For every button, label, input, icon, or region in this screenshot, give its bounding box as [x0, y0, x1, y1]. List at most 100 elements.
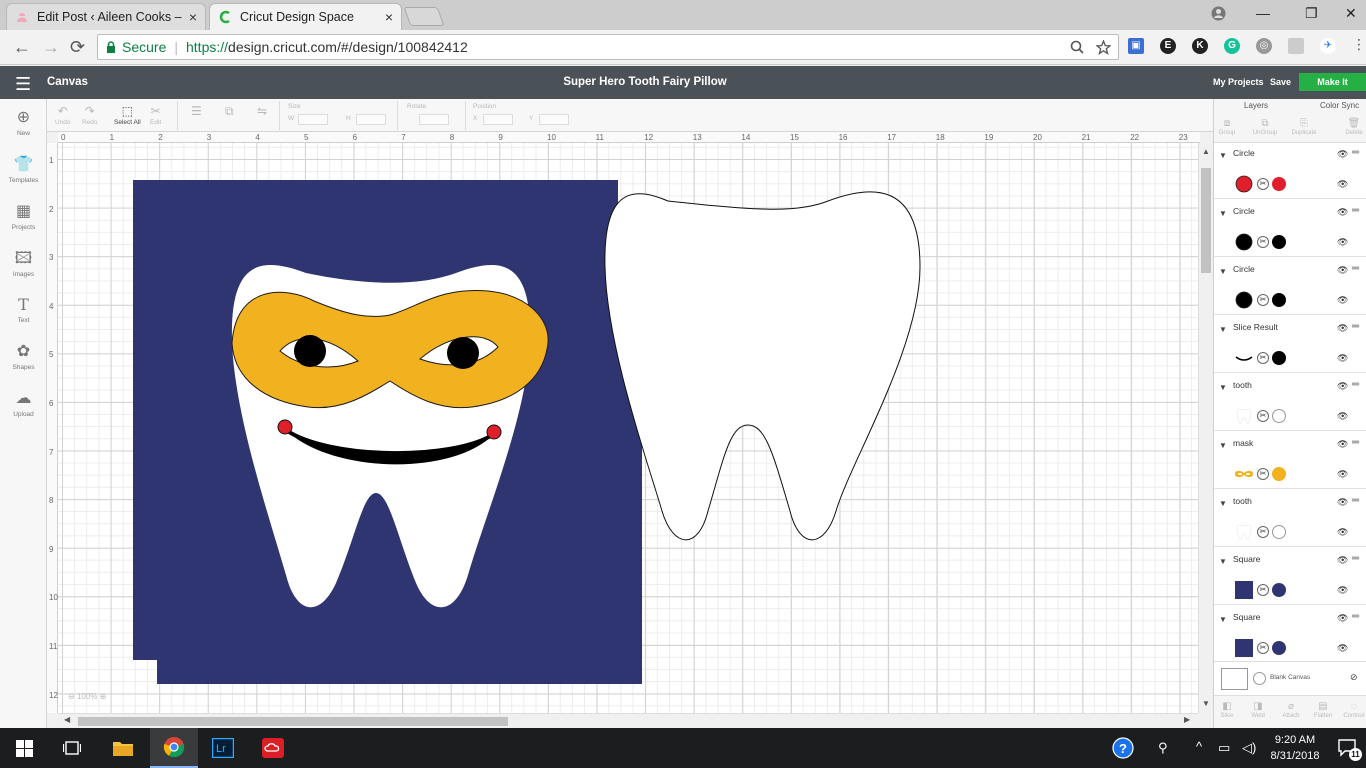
back-icon[interactable]: ← [13, 37, 31, 58]
cut-operation-icon[interactable]: ✂ [1257, 642, 1269, 654]
caret-down-icon[interactable]: ▼ [1219, 267, 1227, 276]
cut-operation-icon[interactable]: ✂ [1257, 236, 1269, 248]
position-y-input[interactable] [539, 114, 569, 125]
layer-color-swatch[interactable] [1272, 293, 1286, 307]
lightroom-button[interactable]: Lr [199, 728, 247, 768]
blank-canvas-row[interactable]: Blank Canvas ⊘ [1214, 661, 1366, 694]
layer-item-row[interactable]: ✂ 👁 [1214, 169, 1366, 199]
select-all-button[interactable]: ⬚ Select All [114, 103, 141, 126]
eye-icon[interactable]: 👁 [1337, 411, 1348, 422]
extension-evernote-icon[interactable]: E [1160, 38, 1176, 54]
eye-icon[interactable]: 👁 [1337, 643, 1348, 654]
eye-icon[interactable]: 👁 [1337, 179, 1348, 190]
battery-icon[interactable]: ▭ [1218, 740, 1230, 756]
extension-blue-icon[interactable]: ▣ [1128, 38, 1144, 54]
eye-icon[interactable]: 👁 [1337, 613, 1348, 624]
horizontal-scrollbar[interactable]: ◀ ▶ [58, 713, 1198, 728]
file-explorer-button[interactable] [99, 728, 147, 768]
zoom-out-icon[interactable]: ⊖ [68, 692, 75, 701]
eye-icon[interactable]: 👁 [1337, 555, 1348, 566]
layer-color-swatch[interactable] [1272, 351, 1286, 365]
drag-handle-icon[interactable]: ═ [1352, 147, 1359, 158]
rail-text-button[interactable]: T Text [0, 295, 47, 324]
eye-icon[interactable]: 👁 [1337, 469, 1348, 480]
extension-bird-icon[interactable]: ✈ [1320, 38, 1336, 54]
cut-operation-icon[interactable]: ✂ [1257, 352, 1269, 364]
browser-tab-edit-post[interactable]: Edit Post ‹ Aileen Cooks – × [6, 3, 206, 30]
cheek-left-circle[interactable] [277, 419, 293, 435]
cut-operation-icon[interactable]: ✂ [1257, 178, 1269, 190]
cheek-right-circle[interactable] [486, 424, 502, 440]
layer-color-swatch[interactable] [1272, 409, 1286, 423]
cut-operation-icon[interactable]: ✂ [1257, 584, 1269, 596]
profile-icon[interactable] [1211, 6, 1226, 21]
rail-new-button[interactable]: ⊕ New [0, 108, 47, 137]
caret-down-icon[interactable]: ▼ [1219, 557, 1227, 566]
layer-color-swatch[interactable] [1272, 641, 1286, 655]
zoom-icon[interactable] [1070, 40, 1084, 54]
caret-down-icon[interactable]: ▼ [1219, 209, 1227, 218]
eye-icon[interactable]: 👁 [1337, 381, 1348, 392]
flatten-button[interactable]: ▤ Flatten [1306, 700, 1340, 719]
contour-button[interactable]: ◌ Contour [1341, 700, 1366, 719]
layer-group-row[interactable]: ▼ Slice Result 👁 ═ [1214, 317, 1366, 343]
eye-icon[interactable]: 👁 [1337, 323, 1348, 334]
layer-group-row[interactable]: ▼ Circle 👁 ═ [1214, 143, 1366, 169]
layer-item-row[interactable]: ✂ 👁 [1214, 459, 1366, 489]
creative-cloud-button[interactable] [249, 728, 297, 768]
drag-handle-icon[interactable]: ═ [1352, 321, 1359, 332]
task-view-button[interactable] [48, 728, 96, 768]
layer-color-swatch[interactable] [1272, 467, 1286, 481]
drag-handle-icon[interactable]: ═ [1352, 379, 1359, 390]
layer-item-row[interactable]: ✂ 👁 [1214, 517, 1366, 547]
arrange-button[interactable]: ⧉ [225, 103, 234, 119]
tab-close-icon[interactable]: × [385, 9, 393, 25]
layer-item-row[interactable]: ✂ 👁 [1214, 285, 1366, 315]
blank-canvas-color-icon[interactable] [1253, 672, 1266, 685]
height-input[interactable] [356, 114, 386, 125]
browser-menu-icon[interactable]: ⋮ [1352, 36, 1366, 53]
close-window-icon[interactable]: ✕ [1345, 5, 1357, 22]
volume-icon[interactable]: ◁) [1242, 740, 1256, 756]
weld-button[interactable]: ◨ Weld [1241, 700, 1275, 719]
cut-operation-icon[interactable]: ✂ [1257, 410, 1269, 422]
align-button[interactable]: ☰ [191, 103, 202, 119]
rail-upload-button[interactable]: ☁ Upload [0, 389, 47, 418]
layer-group-row[interactable]: ▼ Circle 👁 ═ [1214, 259, 1366, 285]
layer-group-row[interactable]: ▼ mask 👁 ═ [1214, 433, 1366, 459]
layer-item-row[interactable]: ✂ 👁 [1214, 633, 1366, 663]
tab-layers[interactable]: Layers [1244, 101, 1268, 110]
bookmark-star-icon[interactable] [1096, 40, 1111, 55]
chrome-taskbar-button[interactable] [150, 728, 198, 768]
drag-handle-icon[interactable]: ═ [1352, 553, 1359, 564]
caret-down-icon[interactable]: ▼ [1219, 441, 1227, 450]
design-canvas[interactable] [58, 143, 1200, 713]
horizontal-scroll-thumb[interactable] [78, 717, 508, 726]
rail-shapes-button[interactable]: ✿ Shapes [0, 342, 47, 371]
eye-icon[interactable]: 👁 [1337, 295, 1348, 306]
caret-down-icon[interactable]: ▼ [1219, 499, 1227, 508]
eye-icon[interactable]: 👁 [1337, 439, 1348, 450]
save-button[interactable]: Save [1270, 77, 1291, 87]
layer-item-row[interactable]: ✂ 👁 [1214, 343, 1366, 373]
extension-grammarly-icon[interactable]: G [1224, 38, 1240, 54]
tab-color-sync[interactable]: Color Sync [1320, 101, 1359, 110]
tab-close-icon[interactable]: × [189, 9, 197, 25]
vertical-scroll-thumb[interactable] [1201, 168, 1211, 273]
minimize-icon[interactable]: — [1256, 5, 1270, 21]
caret-down-icon[interactable]: ▼ [1219, 383, 1227, 392]
undo-button[interactable]: ↶ Undo [55, 103, 71, 126]
vertical-scrollbar[interactable]: ▲ ▼ [1198, 143, 1213, 713]
cut-operation-icon[interactable]: ✂ [1257, 526, 1269, 538]
eye-icon[interactable]: 👁 [1337, 353, 1348, 364]
my-projects-link[interactable]: My Projects [1213, 77, 1264, 87]
eye-icon[interactable]: 👁 [1337, 497, 1348, 508]
reload-icon[interactable]: ⟳ [70, 37, 85, 58]
address-bar[interactable]: Secure | https:// design.cricut.com/#/de… [97, 34, 1119, 60]
group-button[interactable]: ⧈ Group [1210, 117, 1244, 136]
scroll-down-icon[interactable]: ▼ [1202, 699, 1210, 708]
layer-group-row[interactable]: ▼ tooth 👁 ═ [1214, 491, 1366, 517]
eye-icon[interactable]: 👁 [1337, 265, 1348, 276]
drag-handle-icon[interactable]: ═ [1352, 437, 1359, 448]
layer-color-swatch[interactable] [1272, 583, 1286, 597]
